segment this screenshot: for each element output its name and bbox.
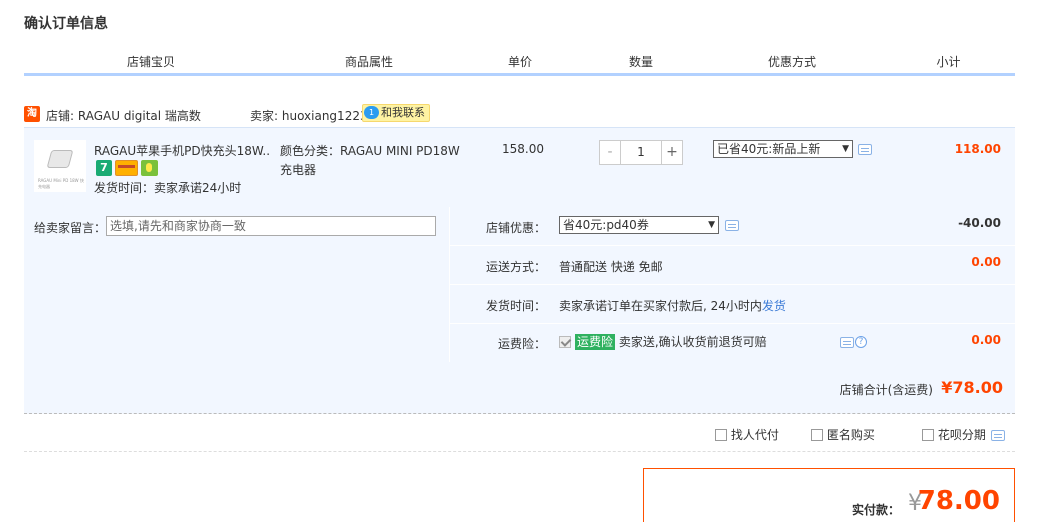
column-unit-price: 单价	[507, 55, 532, 69]
row-divider	[450, 245, 1015, 246]
delivery-link[interactable]: 发货	[762, 299, 786, 313]
shop-discount-value: 省40元:pd40券	[563, 218, 649, 232]
anonymous-checkbox[interactable]	[811, 429, 823, 441]
shop-name[interactable]: 店铺: RAGAU digital 瑞高数	[46, 107, 201, 124]
shop-discount-label: 店铺优惠：	[485, 221, 546, 235]
ship-time: 发货时间：卖家承诺24小时	[94, 181, 242, 195]
column-attributes: 商品属性	[344, 55, 393, 69]
credit-card-icon[interactable]	[115, 160, 138, 176]
shop-discount-select[interactable]: 省40元:pd40券 ▼	[559, 216, 719, 234]
shop-total-label: 店铺合计(含运费)	[839, 383, 933, 397]
dropdown-arrow-icon: ▼	[708, 220, 715, 230]
item-subtotal: 118.00	[954, 142, 1001, 156]
column-divider	[460, 71, 461, 73]
seven-day-return-icon[interactable]: 7	[96, 160, 112, 176]
delivery-label: 发货时间：	[485, 299, 546, 313]
proxy-pay-option[interactable]: 找人代付	[715, 426, 779, 443]
item-title[interactable]: RAGAU苹果手机PD快充头18W...	[94, 142, 269, 159]
column-header: 店铺宝贝 商品属性 单价 数量 优惠方式 小计	[24, 52, 1015, 76]
consumer-protection-icon[interactable]	[141, 160, 158, 176]
chat-bubble-icon: 1	[364, 106, 379, 119]
taobao-logo-icon: 淘	[24, 106, 40, 122]
delivery-text: 卖家承诺订单在买家付款后, 24小时内	[559, 299, 762, 313]
column-quantity: 数量	[628, 55, 653, 69]
shipping-method: 普通配送 快递 免邮	[559, 260, 663, 274]
comment-icon[interactable]	[725, 220, 739, 231]
column-subtotal: 小计	[936, 55, 961, 69]
item-discount-select[interactable]: 已省40元:新品上新 ▼	[713, 140, 853, 158]
charger-image	[46, 150, 74, 168]
shop-total-row: 店铺合计(含运费) ¥78.00	[24, 362, 1015, 414]
item-attributes: 颜色分类：RAGAU MINI PD18W 充电器	[280, 144, 460, 177]
shop-discount-amount: -40.00	[958, 216, 1001, 230]
unit-price: 158.00	[502, 142, 544, 156]
insurance-tag: 运费险	[575, 334, 616, 350]
column-discount: 优惠方式	[767, 55, 816, 69]
dropdown-arrow-icon: ▼	[842, 144, 849, 154]
payment-label: 实付款：	[851, 503, 900, 517]
column-divider	[702, 71, 703, 73]
contact-seller-label: 和我联系	[381, 106, 425, 119]
message-label: 给卖家留言：	[34, 221, 107, 235]
insurance-amount: 0.00	[971, 333, 1001, 347]
column-divider	[580, 71, 581, 73]
message-input[interactable]: 选填,请先和商家协商一致	[106, 216, 436, 236]
page-title: 确认订单信息	[24, 16, 108, 32]
huabei-label: 花呗分期	[937, 428, 986, 442]
insurance-label: 运费险：	[497, 337, 546, 351]
help-icon[interactable]: ?	[855, 336, 867, 348]
comment-icon[interactable]	[840, 337, 854, 348]
anonymous-option[interactable]: 匿名购买	[811, 426, 875, 443]
shop-row: 淘 店铺: RAGAU digital 瑞高数 卖家: huoxiang1223…	[24, 104, 1015, 124]
payment-options: 找人代付 匿名购买 花呗分期	[24, 414, 1015, 452]
payment-total: 78.00	[917, 486, 1000, 516]
seller-name: 卖家: huoxiang1223	[250, 109, 368, 123]
item-thumbnail[interactable]: RAGAU Mini PD 18W 快充电器	[34, 140, 86, 192]
insurance-row: 运费险 卖家送,确认收货前退货可赔	[559, 333, 767, 350]
huabei-checkbox[interactable]	[922, 429, 934, 441]
shipping-label: 运送方式：	[485, 260, 546, 274]
quantity-input[interactable]: 1	[621, 140, 661, 165]
contact-seller-button[interactable]: 1 和我联系	[362, 104, 430, 122]
proxy-pay-checkbox[interactable]	[715, 429, 727, 441]
row-divider	[450, 323, 1015, 324]
comment-icon[interactable]	[991, 430, 1005, 441]
item-discount-value: 已省40元:新品上新	[717, 142, 821, 156]
proxy-pay-label: 找人代付	[730, 428, 779, 442]
payment-summary: 实付款： ¥ 78.00	[643, 468, 1015, 522]
order-details: 给卖家留言： 选填,请先和商家协商一致 店铺优惠： 省40元:pd40券 ▼ -…	[24, 207, 1015, 362]
row-divider	[450, 284, 1015, 285]
huabei-option[interactable]: 花呗分期	[922, 426, 986, 443]
shop-total-value: ¥78.00	[941, 378, 1003, 397]
thumbnail-caption: RAGAU Mini PD 18W 快充电器	[38, 178, 84, 189]
insurance-checkbox[interactable]	[559, 336, 571, 348]
anonymous-label: 匿名购买	[826, 428, 875, 442]
shipping-amount: 0.00	[971, 255, 1001, 269]
quantity-increase-button[interactable]: +	[661, 140, 683, 165]
order-item: RAGAU Mini PD 18W 快充电器 RAGAU苹果手机PD快充头18W…	[24, 127, 1015, 207]
insurance-text: 卖家送,确认收货前退货可赔	[618, 335, 767, 349]
column-divider	[882, 71, 883, 73]
comment-icon[interactable]	[858, 144, 872, 155]
delivery-promise: 卖家承诺订单在买家付款后, 24小时内发货	[559, 297, 786, 314]
column-divider	[278, 71, 279, 73]
column-shop-item: 店铺宝贝	[126, 55, 175, 69]
quantity-decrease-button[interactable]: -	[599, 140, 621, 165]
